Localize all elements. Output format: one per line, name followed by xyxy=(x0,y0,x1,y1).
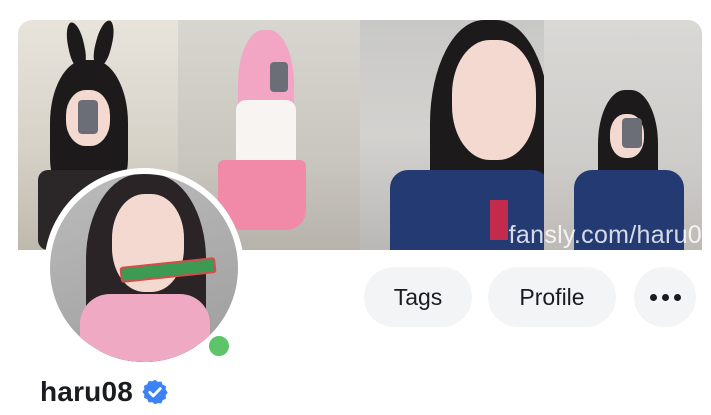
tags-button-label: Tags xyxy=(393,283,443,310)
avatar[interactable] xyxy=(50,174,238,362)
banner-photo-3 xyxy=(360,20,544,250)
username: haru08 xyxy=(40,376,134,407)
online-status-dot xyxy=(206,333,232,359)
profile-button-label: Profile xyxy=(519,283,585,310)
banner-watermark: fansly.com/haru0 xyxy=(508,221,702,249)
tags-button[interactable]: Tags xyxy=(364,267,472,327)
banner-photo-4 xyxy=(544,20,702,250)
verified-badge-icon xyxy=(142,379,168,405)
username-row: haru08 xyxy=(40,376,169,408)
profile-button[interactable]: Profile xyxy=(488,267,616,327)
more-options-button[interactable] xyxy=(634,267,696,327)
more-dots-icon xyxy=(649,293,681,301)
